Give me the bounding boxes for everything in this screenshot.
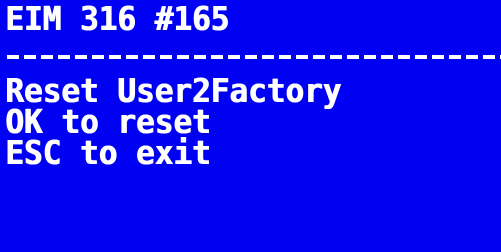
device-header: EIM 316 #165 — [5, 0, 230, 38]
esc-instruction: ESC to exit — [5, 133, 211, 172]
header-divider — [7, 55, 501, 59]
lcd-screen: EIM 316 #165 Reset User2Factory OK to re… — [0, 0, 501, 252]
